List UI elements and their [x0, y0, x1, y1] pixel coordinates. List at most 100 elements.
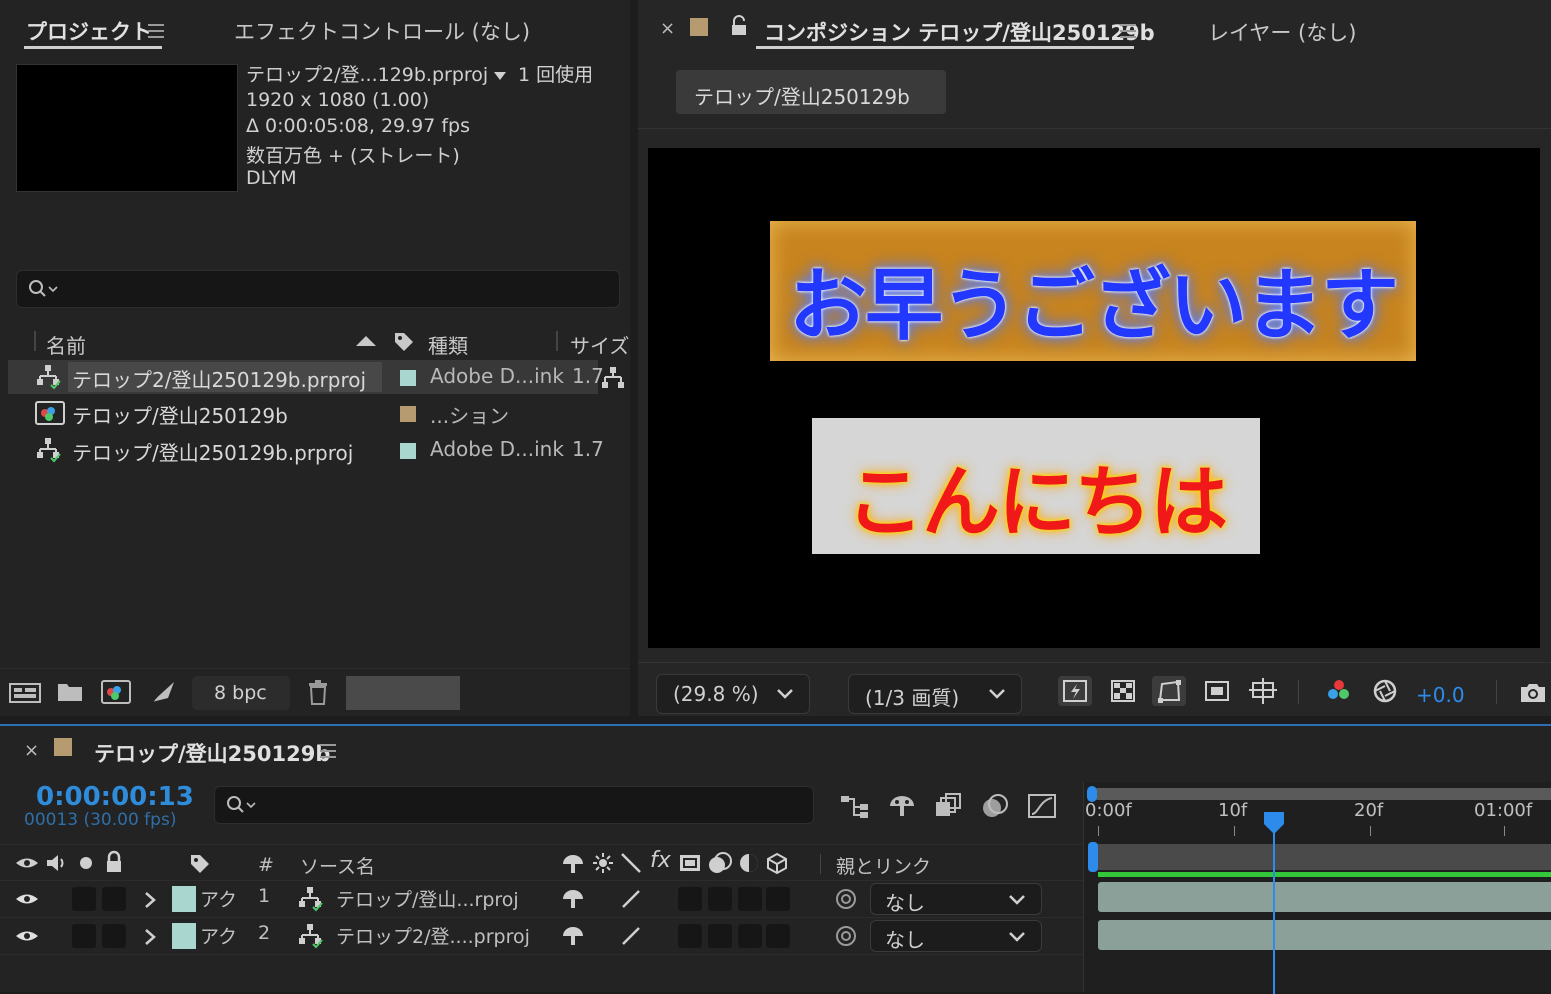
layer-row[interactable]: アク 2 テロップ2/登....prproj なし — [0, 917, 1083, 955]
solo-toggle[interactable] — [72, 887, 96, 911]
exposure-value[interactable]: +0.0 — [1416, 683, 1465, 707]
tab-project[interactable]: プロジェクト — [26, 16, 152, 46]
column-header-parent-link[interactable]: 親とリンク — [836, 852, 931, 879]
current-timecode[interactable]: 0:00:00:13 — [36, 782, 194, 812]
lock-icon[interactable] — [730, 15, 748, 37]
project-search-input[interactable] — [16, 270, 620, 308]
layer-bar[interactable] — [1098, 882, 1551, 912]
composition-flowchart-icon[interactable] — [838, 792, 872, 820]
switch-box[interactable] — [766, 924, 790, 948]
project-item-row[interactable]: テロップ2/登山250129b.prproj Adobe D...ink 1.7 — [8, 360, 604, 394]
frame-blending-icon[interactable] — [932, 792, 964, 820]
project-item-type: Adobe D...ink — [430, 364, 564, 388]
switch-box[interactable] — [766, 887, 790, 911]
work-area-start-handle[interactable] — [1088, 842, 1098, 872]
mask-visibility-button[interactable] — [1152, 676, 1186, 706]
column-header-size[interactable]: サイズ — [570, 330, 629, 359]
layer-label-color[interactable] — [172, 886, 196, 912]
tab-effect-controls[interactable]: エフェクトコントロール (なし) — [234, 16, 530, 46]
new-composition-icon[interactable] — [100, 678, 132, 706]
reset-exposure-button[interactable] — [1368, 676, 1402, 706]
eye-icon[interactable] — [14, 927, 40, 945]
adobe-media-encoder-icon[interactable] — [148, 678, 178, 706]
quality-switch-icon[interactable] — [620, 888, 642, 910]
show-channel-button[interactable] — [1322, 676, 1356, 706]
switch-box[interactable] — [738, 924, 762, 948]
eye-icon[interactable] — [14, 890, 40, 908]
solo-toggle[interactable] — [72, 924, 96, 948]
mask-path-icon — [1158, 680, 1181, 703]
work-area-bar[interactable] — [1092, 844, 1551, 870]
time-graph[interactable]: 0:00f 10f 20f 01:00f — [1083, 782, 1551, 994]
parent-dropdown[interactable]: なし — [870, 920, 1042, 952]
close-icon[interactable]: × — [24, 740, 39, 761]
parent-dropdown[interactable]: なし — [870, 883, 1042, 915]
zoom-dropdown[interactable]: (29.8 %) — [656, 674, 810, 714]
new-folder-icon[interactable] — [56, 680, 84, 704]
pick-whip-icon[interactable] — [834, 924, 858, 948]
tab-composition[interactable]: コンポジション テロップ/登山250129b — [764, 17, 1155, 47]
search-icon — [29, 280, 58, 297]
grid-guides-button[interactable] — [1246, 676, 1280, 706]
composition-menu-icon[interactable] — [1120, 24, 1136, 38]
playhead[interactable] — [1262, 810, 1288, 994]
video-visibility-icon[interactable] — [14, 854, 40, 872]
chevron-right-icon[interactable] — [142, 890, 158, 910]
tab-timeline-comp[interactable]: テロップ/登山250129b — [94, 738, 330, 768]
trash-icon[interactable] — [306, 678, 330, 706]
comp-breadcrumb[interactable]: テロップ/登山250129b — [676, 70, 946, 114]
quality-switch-icon[interactable] — [620, 925, 642, 947]
column-header-type[interactable]: 種類 — [428, 330, 468, 359]
project-item-row[interactable]: テロップ/登山250129b ...ション — [8, 396, 598, 430]
label-color-swatch[interactable] — [400, 370, 416, 386]
label-color-swatch[interactable] — [400, 443, 416, 459]
shy-switch-icon[interactable] — [560, 924, 586, 948]
layer-label-color[interactable] — [172, 923, 196, 949]
lock-icon[interactable] — [104, 850, 124, 874]
tab-layer[interactable]: レイヤー (なし) — [1208, 17, 1356, 47]
timeline-search-input[interactable] — [214, 786, 814, 824]
transparency-grid-button[interactable] — [1106, 676, 1140, 706]
switch-box[interactable] — [708, 924, 732, 948]
shy-switch-icon[interactable] — [560, 887, 586, 911]
label-color-swatch[interactable] — [400, 406, 416, 422]
bit-depth-button[interactable]: 8 bpc — [192, 676, 290, 710]
motion-blur-icon[interactable] — [978, 792, 1010, 820]
close-icon[interactable]: × — [660, 18, 675, 39]
label-tag-icon[interactable] — [392, 330, 416, 354]
solo-icon[interactable] — [80, 857, 92, 869]
layer-number: 2 — [258, 922, 271, 944]
switch-box[interactable] — [738, 887, 762, 911]
lock-toggle[interactable] — [102, 887, 126, 911]
comp-label-swatch — [690, 18, 708, 36]
resolution-dropdown[interactable]: (1/3 画質) — [848, 674, 1022, 714]
time-navigator[interactable] — [1092, 788, 1551, 800]
layer-bar[interactable] — [1098, 920, 1551, 950]
column-header-source-name[interactable]: ソース名 — [300, 852, 375, 879]
switch-box[interactable] — [708, 887, 732, 911]
shy-layers-icon[interactable] — [886, 792, 918, 820]
column-header-name[interactable]: 名前 — [46, 330, 86, 359]
sort-ascending-icon[interactable] — [356, 336, 376, 346]
graph-editor-icon[interactable] — [1026, 792, 1058, 820]
project-item-row[interactable]: テロップ/登山250129b.prproj Adobe D...ink 1.7 — [8, 433, 604, 467]
dynamic-link-icon — [299, 887, 323, 912]
chevron-right-icon[interactable] — [142, 927, 158, 947]
switch-box[interactable] — [678, 924, 702, 948]
lock-toggle[interactable] — [102, 924, 126, 948]
composition-viewer[interactable]: お早うございます こんにちは — [648, 148, 1540, 648]
parent-value: なし — [885, 928, 925, 952]
pick-whip-icon[interactable] — [834, 887, 858, 911]
timeline-menu-icon[interactable] — [320, 744, 336, 758]
flowchart-icon[interactable] — [600, 366, 626, 390]
layer-row[interactable]: アク 1 テロップ/登山...rproj なし — [0, 880, 1083, 917]
camera-icon[interactable] — [1518, 680, 1548, 706]
project-menu-icon[interactable] — [148, 24, 164, 38]
audio-icon[interactable] — [44, 852, 70, 874]
usage-dropdown-icon[interactable] — [494, 72, 506, 80]
fast-previews-button[interactable] — [1058, 676, 1092, 706]
label-tag-icon[interactable] — [188, 852, 212, 876]
region-of-interest-button[interactable] — [1200, 676, 1234, 706]
interpret-footage-icon[interactable] — [8, 680, 42, 706]
switch-box[interactable] — [678, 887, 702, 911]
